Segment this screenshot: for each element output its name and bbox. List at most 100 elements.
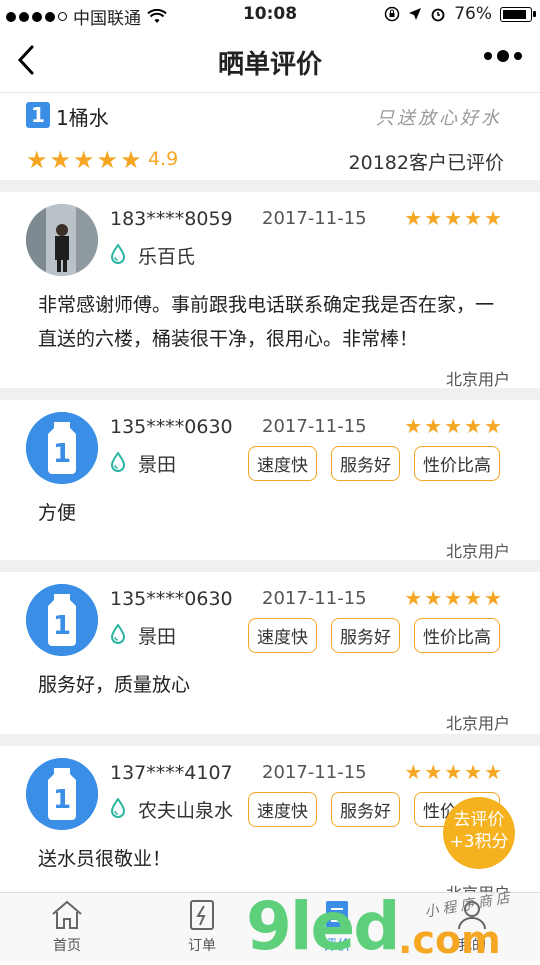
star-icon: ★ — [49, 146, 72, 174]
review-text: 非常感谢师傅。事前跟我电话联系确定我是否在家，一直送的六楼，桶装很干净，很用心。… — [38, 294, 495, 350]
star-icon: ★ — [424, 414, 443, 438]
review-tags: 速度快 服务好 性价比高 — [248, 618, 500, 653]
star-icon: ★ — [464, 206, 483, 230]
star-icon: ★ — [444, 414, 463, 438]
reviewer-phone: 135****0630 — [110, 588, 233, 610]
profile-icon — [458, 901, 486, 930]
star-icon: ★ — [96, 146, 119, 174]
star-icon: ★ — [120, 146, 142, 174]
water-drop-icon — [110, 244, 126, 264]
status-right: 76% — [384, 4, 536, 24]
home-icon — [52, 900, 82, 929]
battery-icon — [500, 6, 536, 22]
review-stars: ★ ★ ★ ★ ★ — [404, 206, 502, 230]
divider — [0, 560, 540, 572]
tag-value: 性价比高 — [414, 618, 500, 653]
review-text: 方便 — [38, 502, 77, 524]
review-date: 2017-11-15 — [262, 762, 367, 783]
tag-service: 服务好 — [331, 618, 400, 653]
slogan: 只送放心好水 — [376, 108, 502, 129]
reviewer-phone: 183****8059 — [110, 208, 233, 230]
location-icon — [409, 8, 422, 20]
water-drop-icon — [110, 452, 126, 472]
tab-orders[interactable]: 订单 — [157, 899, 247, 955]
review-card: 1 135****0630 2017-11-15 ★ ★ ★ ★ ★ 景田 速度快 服务… — [0, 572, 540, 734]
rating-summary: 1 1桶水 只送放心好水 ★ ★ ★ ★ ★ 4.9 20182客户已评价 — [0, 92, 540, 180]
avatar: 1 — [26, 584, 98, 656]
star-icon: ★ — [73, 146, 95, 174]
tab-reviews-label: 评价 — [323, 938, 351, 954]
divider — [0, 734, 540, 746]
tag-service: 服务好 — [331, 792, 400, 827]
review-stars: ★ ★ ★ ★ ★ — [404, 414, 502, 438]
star-icon: ★ — [404, 206, 423, 230]
avatar — [26, 204, 98, 276]
write-review-label: 去评价 — [453, 810, 505, 830]
star-icon: ★ — [404, 414, 423, 438]
water-brand: 景田 — [138, 454, 177, 476]
tab-reviews[interactable]: 评价 — [292, 899, 382, 955]
product-name: 1桶水 — [56, 106, 109, 130]
battery-percent: 76% — [454, 4, 492, 24]
review-stars: ★ ★ ★ ★ ★ — [404, 586, 502, 610]
star-icon: ★ — [464, 760, 483, 784]
star-icon: ★ — [444, 206, 463, 230]
review-date: 2017-11-15 — [262, 588, 367, 609]
tag-speed: 速度快 — [248, 792, 317, 827]
points-label: +3积分 — [449, 832, 509, 852]
svg-text:1: 1 — [53, 439, 71, 469]
review-date: 2017-11-15 — [262, 208, 367, 229]
tab-profile-label: 我的 — [458, 938, 486, 954]
review-text: 服务好，质量放心 — [38, 674, 191, 696]
reviewer-location: 北京用户 — [445, 370, 510, 389]
star-icon: ★ — [484, 414, 502, 438]
average-rating: 4.9 — [148, 148, 179, 170]
page-title: 晒单评价 — [217, 50, 322, 80]
star-icon: ★ — [444, 586, 463, 610]
summary-stars: ★ ★ ★ ★ ★ — [26, 146, 142, 174]
order-icon — [190, 900, 214, 930]
reviewer-phone: 137****4107 — [110, 762, 233, 784]
alarm-icon — [431, 8, 445, 22]
tag-service: 服务好 — [331, 446, 400, 481]
review-date: 2017-11-15 — [262, 416, 367, 437]
star-icon: ★ — [464, 414, 483, 438]
star-icon: ★ — [484, 586, 502, 610]
water-brand: 农夫山泉水 — [138, 800, 234, 822]
reviewer-location: 北京用户 — [445, 542, 510, 561]
tag-speed: 速度快 — [248, 618, 317, 653]
more-dots-icon[interactable] — [484, 50, 522, 62]
review-stars: ★ ★ ★ ★ ★ — [404, 760, 502, 784]
star-icon: ★ — [404, 586, 423, 610]
star-icon: ★ — [404, 760, 423, 784]
divider — [0, 180, 540, 192]
product-logo-icon: 1 — [26, 102, 50, 128]
star-icon: ★ — [26, 146, 48, 174]
tab-profile[interactable]: 我的 — [427, 899, 517, 955]
status-bar: 中国联通 10:08 76% — [0, 0, 540, 30]
write-review-button[interactable]: 去评价 +3积分 — [443, 797, 515, 869]
water-brand: 乐百氏 — [138, 246, 196, 268]
tab-orders-label: 订单 — [188, 938, 216, 954]
star-icon: ★ — [464, 586, 483, 610]
review-count: 20182客户已评价 — [348, 152, 504, 174]
tab-home[interactable]: 首页 — [22, 899, 112, 955]
reviewer-location: 北京用户 — [446, 880, 510, 892]
reviewer-phone: 135****0630 — [110, 416, 233, 438]
review-card: 1 135****0630 2017-11-15 ★ ★ ★ ★ ★ 景田 速度快 服务… — [0, 400, 540, 561]
avatar: 1 — [26, 412, 98, 484]
review-tags: 速度快 服务好 性价比高 — [248, 446, 500, 481]
svg-text:1: 1 — [53, 611, 71, 641]
tag-value: 性价比高 — [414, 446, 500, 481]
star-icon: ★ — [424, 206, 443, 230]
water-drop-icon — [110, 624, 126, 644]
reviewer-location: 北京用户 — [445, 714, 510, 733]
rotation-lock-icon — [384, 6, 400, 22]
star-icon: ★ — [444, 760, 463, 784]
review-text: 送水员很敬业！ — [38, 848, 172, 870]
water-brand: 景田 — [138, 626, 177, 648]
tag-speed: 速度快 — [248, 446, 317, 481]
star-icon: ★ — [424, 760, 443, 784]
svg-text:1: 1 — [53, 785, 71, 815]
tab-bar: 首页 订单 评价 我的 — [0, 892, 540, 961]
